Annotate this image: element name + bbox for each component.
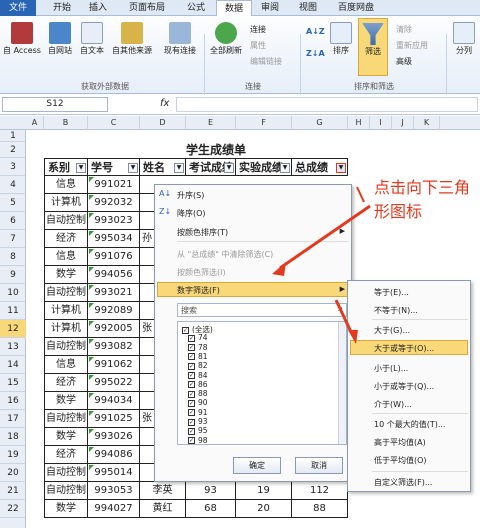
annotation-arrow-1 [279, 204, 371, 270]
annotation-arrowhead-3 [348, 330, 358, 344]
annotation-arrow-2 [356, 186, 365, 203]
annotation-arrowhead-1 [272, 262, 286, 276]
annotation-arrows [272, 186, 371, 344]
annotation-arrow-3 [334, 299, 354, 335]
